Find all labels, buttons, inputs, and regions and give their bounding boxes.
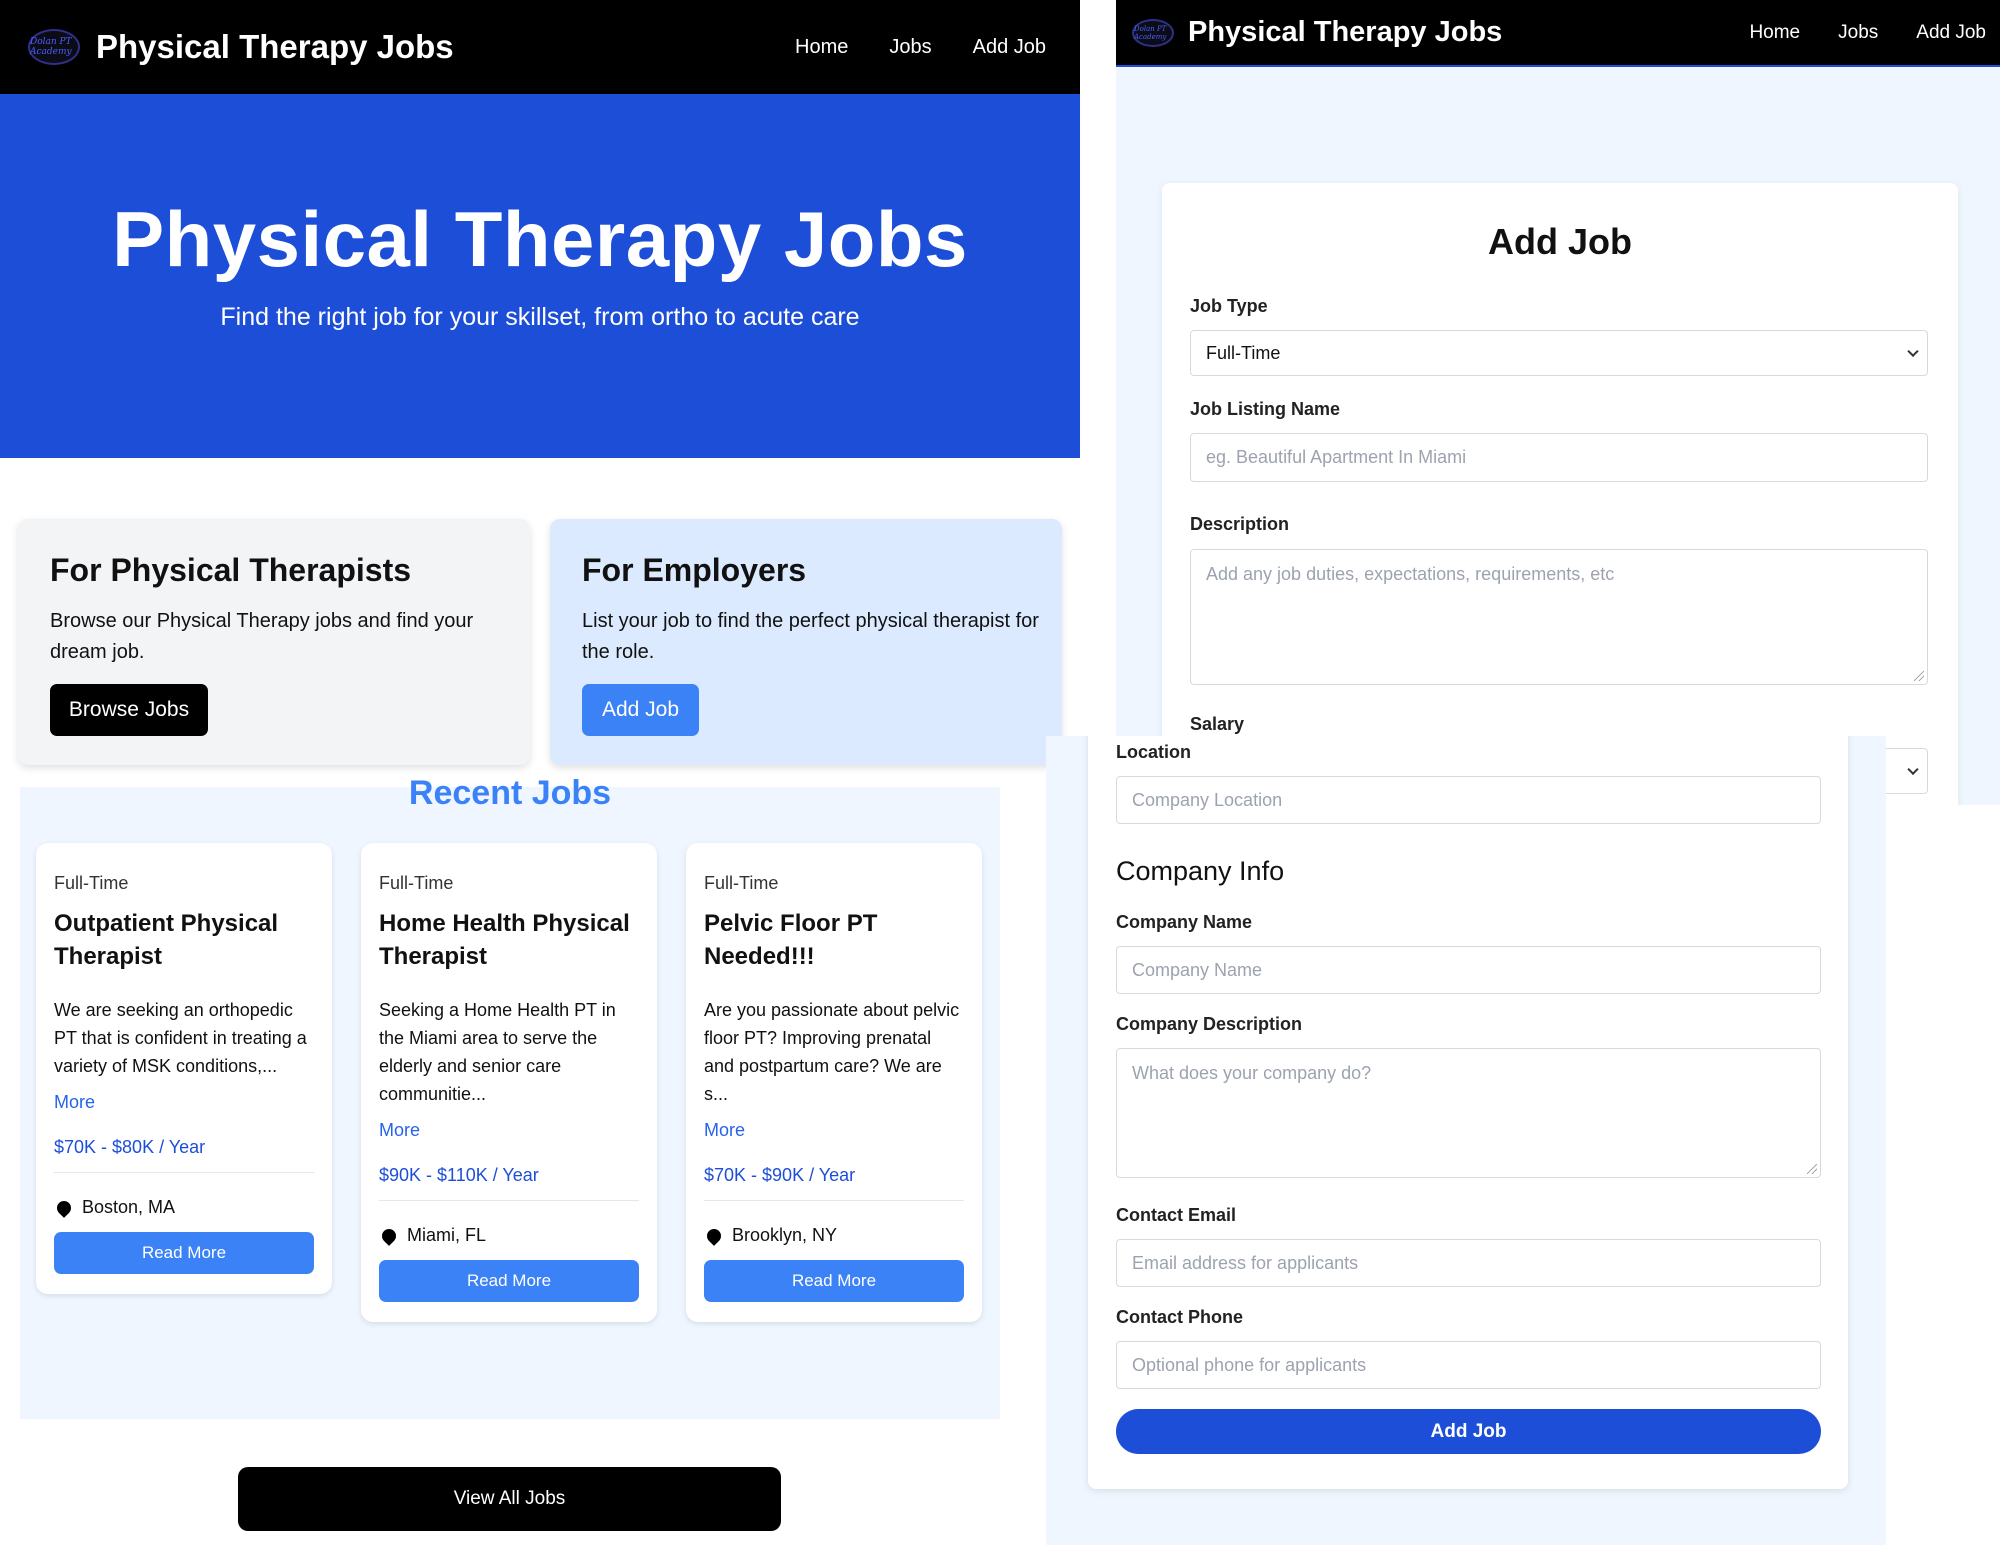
company-description-placeholder: What does your company do? xyxy=(1132,1063,1372,1083)
nav-link-add-job[interactable]: Add Job xyxy=(1916,22,1986,44)
company-name-placeholder: Company Name xyxy=(1132,959,1263,980)
read-more-button[interactable]: Read More xyxy=(704,1260,964,1302)
job-type: Full-Time xyxy=(54,873,129,893)
location-input[interactable]: Company Location xyxy=(1116,776,1821,824)
description-placeholder: Add any job duties, expectations, requir… xyxy=(1206,564,1615,584)
nav-link-jobs[interactable]: Jobs xyxy=(1838,22,1878,44)
map-pin-icon xyxy=(54,1197,74,1218)
job-title: Pelvic Floor PT Needed!!! xyxy=(704,910,878,970)
hero-title: Physical Therapy Jobs xyxy=(112,195,968,283)
nav-links: Home Jobs Add Job xyxy=(1711,22,1986,44)
job-location-text: Miami, FL xyxy=(407,1225,487,1245)
contact-email-input[interactable]: Email address for applicants xyxy=(1116,1239,1821,1287)
job-location-text: Brooklyn, NY xyxy=(732,1225,838,1245)
add-job-submit-button[interactable]: Add Job xyxy=(1116,1409,1821,1454)
location-placeholder: Company Location xyxy=(1132,789,1283,810)
job-salary: $70K - $80K / Year xyxy=(54,1137,314,1173)
job-description: Are you passionate about pelvic floor PT… xyxy=(704,1000,960,1104)
resize-handle-icon[interactable] xyxy=(1807,1164,1817,1174)
salary-label: Salary xyxy=(1190,714,1245,734)
job-type-select[interactable]: Full-Time xyxy=(1190,330,1928,376)
add-job-form-card: Add Job Job Type Full-Time Job Listing N… xyxy=(1162,183,1958,805)
job-title: Outpatient Physical Therapist xyxy=(54,910,279,970)
nav-link-home[interactable]: Home xyxy=(1749,22,1800,44)
location-label: Location xyxy=(1116,742,1191,762)
company-info-heading: Company Info xyxy=(1116,856,1285,886)
map-pin-icon xyxy=(704,1225,724,1246)
hero-subtitle: Find the right job for your skillset, fr… xyxy=(220,303,860,331)
view-all-jobs-button[interactable]: View All Jobs xyxy=(238,1467,781,1531)
home-navbar: Dolan PT Academy Physical Therapy Jobs H… xyxy=(0,0,1080,96)
recent-jobs-section: Recent Jobs Full-Time Outpatient Physica… xyxy=(20,774,1000,1419)
logo[interactable]: Dolan PT Academy xyxy=(28,29,80,65)
chevron-down-icon xyxy=(1907,763,1919,776)
nav-link-add-job[interactable]: Add Job xyxy=(973,36,1046,59)
nav-links: Home Jobs Add Job xyxy=(754,36,1046,59)
job-location: Brooklyn, NY xyxy=(704,1225,964,1246)
contact-email-label: Contact Email xyxy=(1116,1205,1237,1225)
description-label: Description xyxy=(1190,514,1290,534)
job-location: Miami, FL xyxy=(379,1225,639,1246)
job-description: Seeking a Home Health PT in the Miami ar… xyxy=(379,1000,616,1104)
add-job-page-bottom: Location Company Location Company Info C… xyxy=(1046,736,1886,1545)
contact-email-placeholder: Email address for applicants xyxy=(1132,1252,1359,1273)
job-location-text: Boston, MA xyxy=(82,1197,176,1217)
contact-phone-label: Contact Phone xyxy=(1116,1307,1244,1327)
job-more-link[interactable]: More xyxy=(54,1092,314,1113)
employers-card-text: List your job to find the perfect physic… xyxy=(582,610,1039,663)
job-type: Full-Time xyxy=(379,873,454,893)
job-listing-name-input[interactable]: eg. Beautiful Apartment In Miami xyxy=(1190,433,1928,482)
employers-card: For Employers List your job to find the … xyxy=(550,519,1062,765)
description-textarea[interactable]: Add any job duties, expectations, requir… xyxy=(1190,549,1928,685)
add-job-button[interactable]: Add Job xyxy=(582,684,699,736)
job-listing-name-placeholder: eg. Beautiful Apartment In Miami xyxy=(1206,447,1467,467)
brand-title[interactable]: Physical Therapy Jobs xyxy=(1188,16,1502,49)
form-title: Add Job xyxy=(1488,221,1632,262)
company-description-textarea[interactable]: What does your company do? xyxy=(1116,1048,1821,1178)
job-listing-name-label: Job Listing Name xyxy=(1190,399,1341,419)
chevron-down-icon xyxy=(1907,345,1919,358)
add-job-page-top: Dolan PT Academy Physical Therapy Jobs H… xyxy=(1116,0,2000,805)
job-location: Boston, MA xyxy=(54,1197,314,1218)
job-card: Full-Time Outpatient Physical Therapist … xyxy=(36,843,332,1294)
contact-phone-placeholder: Optional phone for applicants xyxy=(1132,1354,1367,1375)
nav-link-jobs[interactable]: Jobs xyxy=(889,36,931,59)
recent-jobs-title: Recent Jobs xyxy=(408,774,612,805)
hero-banner: Physical Therapy Jobs Find the right job… xyxy=(0,96,1080,458)
logo[interactable]: Dolan PT Academy xyxy=(1132,18,1174,47)
job-type-value: Full-Time xyxy=(1206,342,1281,363)
add-job-form-card-lower: Location Company Location Company Info C… xyxy=(1088,736,1848,1489)
map-pin-icon xyxy=(379,1225,399,1246)
job-more-link[interactable]: More xyxy=(704,1120,964,1141)
job-description: We are seeking an orthopedic PT that is … xyxy=(54,1000,307,1076)
resize-handle-icon[interactable] xyxy=(1914,671,1924,681)
read-more-button[interactable]: Read More xyxy=(379,1260,639,1302)
browse-jobs-button[interactable]: Browse Jobs xyxy=(50,684,208,736)
therapists-card: For Physical Therapists Browse our Physi… xyxy=(18,519,530,765)
company-name-label: Company Name xyxy=(1116,912,1253,932)
job-title: Home Health Physical Therapist xyxy=(379,910,630,970)
nav-link-home[interactable]: Home xyxy=(795,36,848,59)
job-more-link[interactable]: More xyxy=(379,1120,639,1141)
job-card: Full-Time Home Health Physical Therapist… xyxy=(361,843,657,1322)
add-job-navbar: Dolan PT Academy Physical Therapy Jobs H… xyxy=(1116,0,2000,67)
company-description-label: Company Description xyxy=(1116,1014,1303,1034)
home-page: Dolan PT Academy Physical Therapy Jobs H… xyxy=(0,0,1080,1545)
brand-title[interactable]: Physical Therapy Jobs xyxy=(96,28,454,66)
company-name-input[interactable]: Company Name xyxy=(1116,946,1821,994)
job-card: Full-Time Pelvic Floor PT Needed!!! Are … xyxy=(686,843,982,1322)
job-type-label: Job Type xyxy=(1190,296,1268,316)
job-salary: $90K - $110K / Year xyxy=(379,1165,639,1201)
job-type: Full-Time xyxy=(704,873,779,893)
therapists-card-title: For Physical Therapists xyxy=(50,552,412,588)
screenshot-stage: Dolan PT Academy Physical Therapy Jobs H… xyxy=(0,0,2000,1545)
employers-card-title: For Employers xyxy=(582,552,807,588)
read-more-button[interactable]: Read More xyxy=(54,1232,314,1274)
job-salary: $70K - $90K / Year xyxy=(704,1165,964,1201)
therapists-card-text: Browse our Physical Therapy jobs and fin… xyxy=(50,610,474,663)
contact-phone-input[interactable]: Optional phone for applicants xyxy=(1116,1341,1821,1389)
